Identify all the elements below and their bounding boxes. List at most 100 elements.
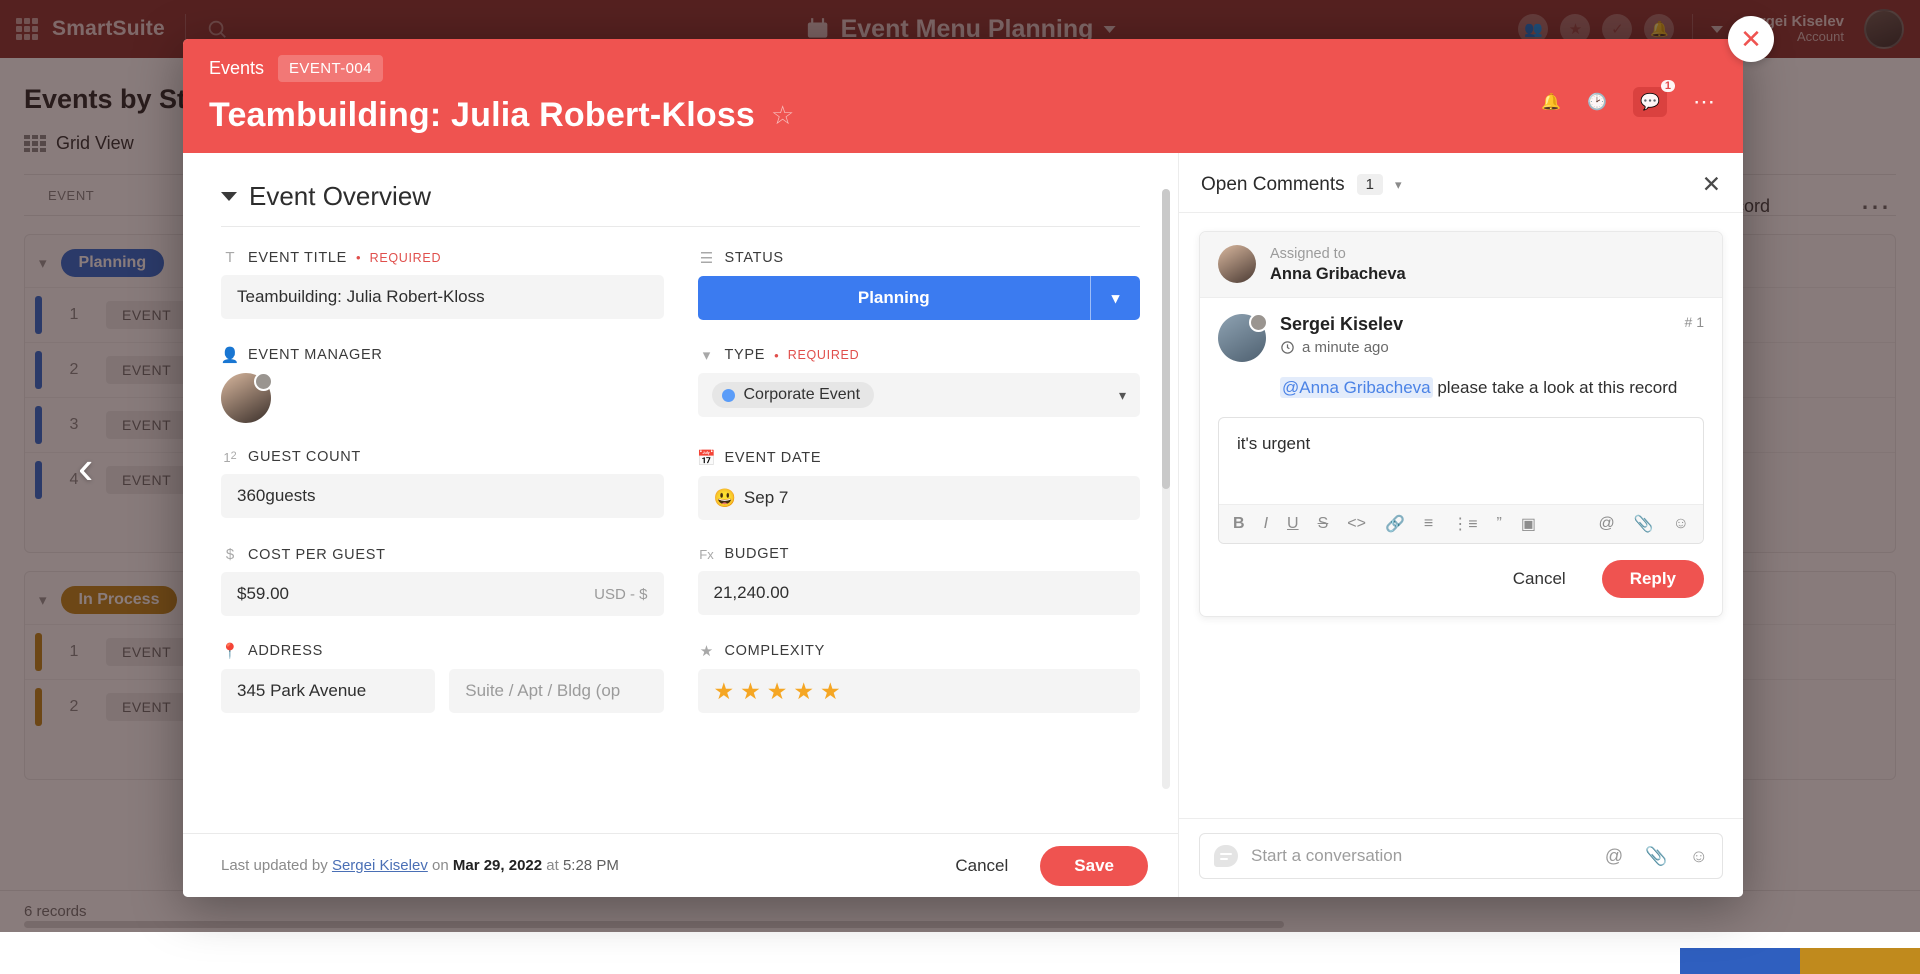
last-updated-by: by: [312, 857, 328, 874]
strikethrough-icon[interactable]: S: [1318, 515, 1329, 533]
close-modal-button[interactable]: ✕: [1728, 16, 1774, 62]
smiley-icon: 😃: [714, 488, 736, 509]
last-updated-text: Last updated by Sergei Kiselev on Mar 29…: [221, 857, 619, 874]
emoji-icon[interactable]: ☺: [1673, 515, 1689, 533]
italic-icon[interactable]: I: [1264, 515, 1268, 533]
comments-count: 1: [1357, 174, 1383, 195]
reply-cancel-button[interactable]: Cancel: [1499, 561, 1580, 597]
avatar[interactable]: [1218, 314, 1266, 362]
mention-link[interactable]: @Anna Gribacheva: [1280, 377, 1433, 398]
last-updated-user[interactable]: Sergei Kiselev: [332, 857, 428, 874]
link-icon[interactable]: 🔗: [1385, 514, 1405, 534]
field-event-manager: 👤 EVENT MANAGER: [221, 346, 664, 423]
field-label-row: ☰ STATUS: [698, 249, 1141, 267]
event-title-input[interactable]: Teambuilding: Julia Robert-Kloss: [221, 275, 664, 319]
composer-tools: @ 📎 ☺: [1605, 846, 1708, 867]
breadcrumb-app[interactable]: Events: [209, 58, 264, 79]
cancel-button[interactable]: Cancel: [941, 848, 1022, 884]
attachment-icon[interactable]: 📎: [1645, 846, 1667, 867]
last-updated-prefix: Last updated: [221, 857, 308, 874]
mention-icon[interactable]: @: [1598, 515, 1614, 533]
chevron-down-icon[interactable]: [221, 192, 237, 201]
record-detail-modal: Events EVENT-004 🔔 🕑 💬 1 ⋯ Teambuilding:…: [183, 39, 1743, 897]
comment-icon[interactable]: 💬 1: [1633, 87, 1667, 117]
address-line2-input[interactable]: Suite / Apt / Bldg (op: [449, 669, 663, 713]
underline-icon[interactable]: U: [1287, 515, 1299, 533]
save-button[interactable]: Save: [1040, 846, 1148, 886]
scroll-fade: [183, 807, 1178, 833]
reply-actions: Cancel Reply: [1200, 544, 1722, 616]
comment-card: Assigned to Anna Gribacheva Sergei Kisel…: [1199, 231, 1723, 617]
avatar[interactable]: [1218, 245, 1256, 283]
previous-record-arrow[interactable]: ‹: [78, 440, 93, 494]
chevron-down-icon[interactable]: ▾: [1090, 276, 1140, 320]
comments-list: Assigned to Anna Gribacheva Sergei Kisel…: [1179, 213, 1743, 818]
mention-icon[interactable]: @: [1605, 846, 1623, 867]
code-block-icon[interactable]: ▣: [1521, 514, 1536, 534]
last-updated-time: 5:28 PM: [563, 857, 619, 874]
field-label: COMPLEXITY: [725, 643, 825, 659]
rating-stars[interactable]: ★ ★ ★ ★ ★: [714, 678, 841, 705]
chevron-down-icon[interactable]: ▾: [1395, 177, 1402, 193]
modal-header-actions: 🔔 🕑 💬 1 ⋯: [1541, 87, 1717, 117]
inline-code-icon[interactable]: <>: [1347, 515, 1366, 533]
field-label-row: 👤 EVENT MANAGER: [221, 346, 664, 364]
avatar[interactable]: [221, 373, 271, 423]
complexity-rating[interactable]: ★ ★ ★ ★ ★: [698, 669, 1141, 713]
field-status: ☰ STATUS Planning ▾: [698, 249, 1141, 320]
type-chip: Corporate Event: [712, 382, 875, 408]
attachment-icon[interactable]: 📎: [1634, 514, 1654, 534]
conversation-input[interactable]: Start a conversation @ 📎 ☺: [1199, 833, 1723, 879]
field-label: EVENT TITLE: [248, 250, 347, 266]
breadcrumb: Events EVENT-004: [209, 55, 1717, 82]
close-comments-icon[interactable]: ✕: [1702, 171, 1721, 198]
field-type: ▾ TYPE • REQUIRED Corporate Event ▾: [698, 346, 1141, 423]
address-line1-input[interactable]: 345 Park Avenue: [221, 669, 435, 713]
field-label: TYPE: [725, 347, 766, 363]
star-icon[interactable]: ★: [820, 678, 841, 705]
comment-time: a minute ago: [1302, 339, 1389, 356]
bell-icon[interactable]: 🔔: [1541, 92, 1561, 112]
blockquote-icon[interactable]: ”: [1497, 515, 1502, 533]
star-icon[interactable]: ★: [740, 678, 761, 705]
color-dot-icon: [722, 389, 735, 402]
bold-icon[interactable]: B: [1233, 515, 1245, 533]
section-header[interactable]: Event Overview: [221, 181, 1140, 212]
reply-editor[interactable]: it's urgent B I U S <> 🔗 ≡ ⋮≡ ” ▣: [1218, 417, 1704, 544]
last-updated-date: Mar 29, 2022: [453, 857, 542, 874]
required-label: REQUIRED: [788, 348, 860, 362]
bullet-list-icon[interactable]: ⋮≡: [1452, 514, 1477, 534]
last-updated-at: at: [546, 857, 559, 874]
reply-toolbar: B I U S <> 🔗 ≡ ⋮≡ ” ▣ @ 📎: [1219, 504, 1703, 543]
favorite-star-icon[interactable]: ☆: [771, 100, 794, 131]
status-select[interactable]: Planning ▾: [698, 276, 1141, 320]
reply-submit-button[interactable]: Reply: [1602, 560, 1704, 598]
comment-text: please take a look at this record: [1433, 378, 1678, 397]
section-title: Event Overview: [249, 181, 431, 212]
assigned-to-label: Assigned to: [1270, 245, 1406, 265]
required-dot-icon: •: [774, 348, 779, 363]
star-icon[interactable]: ★: [767, 678, 788, 705]
cost-per-guest-input[interactable]: $59.00 USD - $: [221, 572, 664, 616]
ordered-list-icon[interactable]: ≡: [1424, 515, 1433, 533]
form-scrollbar-thumb[interactable]: [1162, 189, 1170, 489]
comment-number: # 1: [1685, 314, 1704, 330]
status-color-strip: [1680, 948, 1920, 974]
chevron-down-icon[interactable]: ▾: [1119, 387, 1126, 404]
guest-count-input[interactable]: 360guests: [221, 474, 664, 518]
event-date-input[interactable]: 😃 Sep 7: [698, 476, 1141, 520]
star-icon[interactable]: ★: [714, 678, 735, 705]
more-options-icon[interactable]: ⋯: [1693, 89, 1717, 115]
status-value: Planning: [858, 288, 930, 308]
required-label: REQUIRED: [370, 251, 442, 265]
comment-composer: Start a conversation @ 📎 ☺: [1179, 818, 1743, 897]
number-icon: 12: [221, 450, 239, 465]
reply-input[interactable]: it's urgent: [1219, 418, 1703, 504]
star-icon[interactable]: ★: [793, 678, 814, 705]
history-icon[interactable]: 🕑: [1587, 92, 1607, 112]
emoji-icon[interactable]: ☺: [1690, 846, 1708, 867]
form-scroll-area: Event Overview T EVENT TITLE • REQUIRED: [183, 153, 1178, 833]
comment-count-badge: 1: [1661, 80, 1675, 92]
field-label: ADDRESS: [248, 643, 323, 659]
type-select[interactable]: Corporate Event ▾: [698, 373, 1141, 417]
